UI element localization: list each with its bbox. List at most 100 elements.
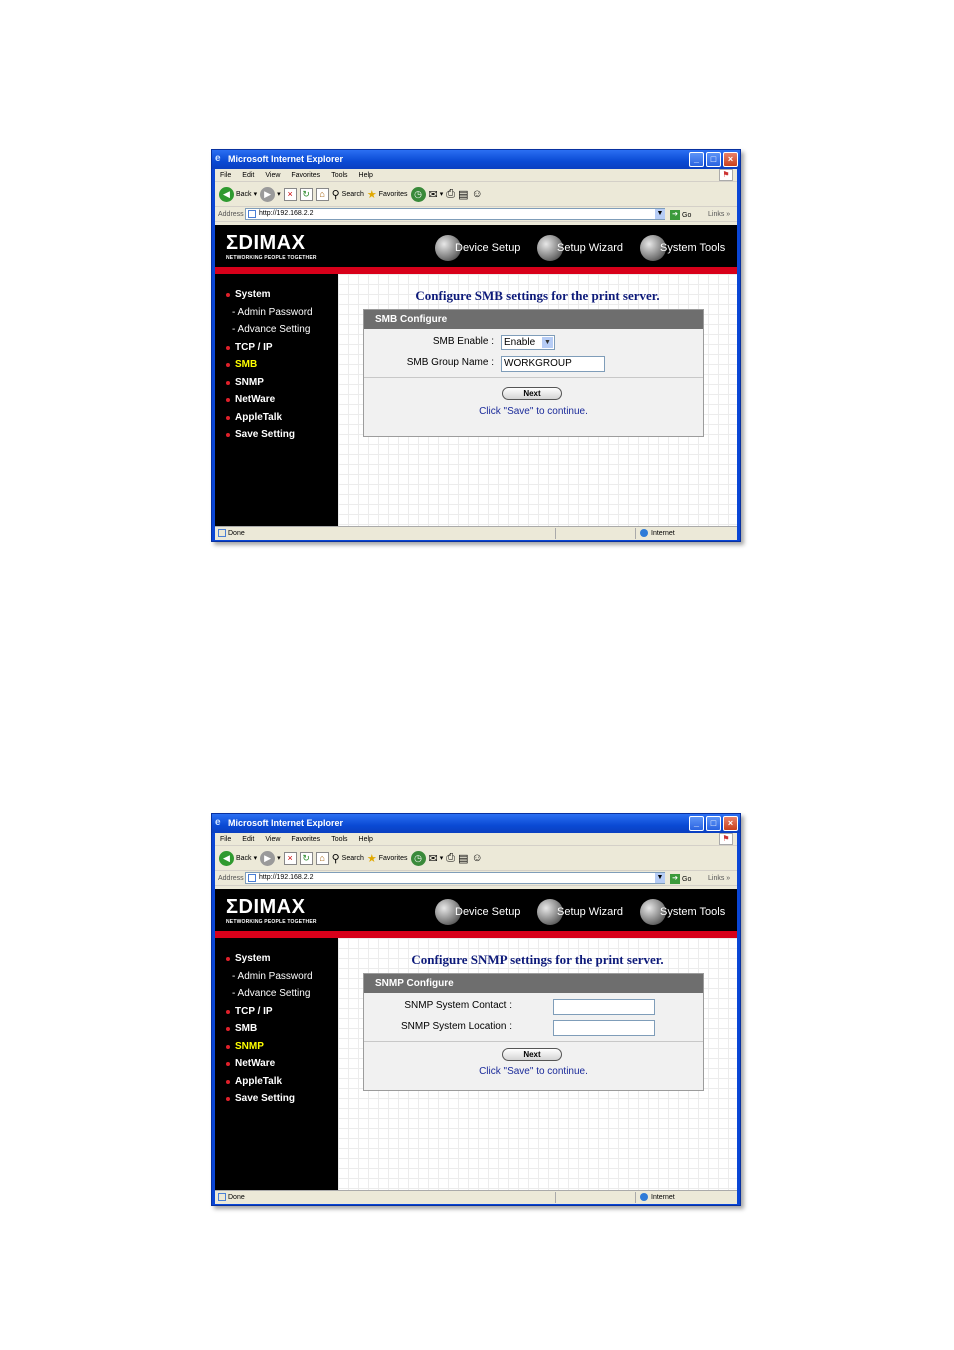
menu-file[interactable]: File [220,836,231,843]
messenger-button[interactable]: ☺ [471,188,482,200]
status-separator [635,528,636,539]
minimize-button[interactable]: _ [689,816,704,831]
menu-edit[interactable]: Edit [242,172,254,179]
snmp-contact-input[interactable] [553,999,655,1015]
menu-file[interactable]: File [220,172,231,179]
refresh-button[interactable]: ↻ [299,851,313,865]
nav-setup-wizard[interactable]: Setup Wizard [537,233,623,263]
address-label: Address [218,211,244,218]
sidebar-item-system[interactable]: System [215,286,338,304]
messenger-button[interactable]: ☺ [471,852,482,864]
maximize-button[interactable]: □ [706,816,721,831]
sidebar-item-netware[interactable]: NetWare [215,391,338,409]
sidebar-item-advance-setting[interactable]: - Advance Setting [215,321,338,339]
smb-enable-row: SMB Enable : Enable ▼ [364,331,703,352]
address-dropdown-icon[interactable]: ▼ [655,209,665,219]
forward-arrow-icon: ▶ [260,850,276,866]
nav-setup-wizard[interactable]: Setup Wizard [537,897,623,927]
sidebar-item-appletalk[interactable]: AppleTalk [215,409,338,427]
smb-enable-select[interactable]: Enable ▼ [501,335,555,350]
close-button[interactable]: × [723,152,738,167]
sidebar: System - Admin Password - Advance Settin… [215,274,338,526]
search-button[interactable]: ⚲ Search [332,852,364,865]
refresh-button[interactable]: ↻ [299,187,313,201]
sidebar-item-advance-setting[interactable]: - Advance Setting [215,985,338,1003]
globe-icon [640,1193,648,1202]
next-button[interactable]: Next [502,1048,562,1061]
back-button[interactable]: ◀ Back ▾ [219,850,257,866]
smb-enable-label: SMB Enable : [432,336,494,347]
home-button[interactable]: ⌂ [315,187,329,201]
windows-logo-icon: ⚑ [719,833,733,845]
history-icon: ◷ [410,186,426,202]
address-label: Address [218,875,244,882]
bullet-icon [226,398,230,402]
ie-icon: e [215,153,221,164]
sidebar-item-system[interactable]: System [215,950,338,968]
print-button[interactable]: ⎙ [446,188,455,201]
back-button[interactable]: ◀ Back ▾ [219,186,257,202]
go-button[interactable]: ➔ Go [670,208,700,223]
smb-group-name-row: SMB Group Name : WORKGROUP [364,352,703,373]
nav-device-setup[interactable]: Device Setup [435,233,520,263]
favorites-button[interactable]: ★ Favorites [367,188,408,201]
mail-button[interactable]: ✉ ▾ [429,188,444,201]
go-button[interactable]: ➔ Go [670,872,700,887]
bullet-icon [226,363,230,367]
sidebar-item-smb[interactable]: SMB [215,356,338,374]
sidebar-item-admin-password[interactable]: - Admin Password [215,304,338,322]
links-button[interactable]: Links » [708,871,730,886]
sidebar-item-appletalk[interactable]: AppleTalk [215,1073,338,1091]
favorites-button[interactable]: ★ Favorites [367,852,408,865]
links-button[interactable]: Links » [708,207,730,222]
address-dropdown-icon[interactable]: ▼ [655,873,665,883]
sidebar-item-netware[interactable]: NetWare [215,1055,338,1073]
address-input[interactable]: http://192.168.2.2 [245,872,665,884]
search-button[interactable]: ⚲ Search [332,188,364,201]
address-bar: Address http://192.168.2.2 ▼ ➔ Go Links » [215,207,737,222]
smb-group-name-input[interactable]: WORKGROUP [501,356,605,372]
minimize-button[interactable]: _ [689,152,704,167]
menu-view[interactable]: View [265,836,280,843]
menu-favorites[interactable]: Favorites [291,172,320,179]
history-button[interactable]: ◷ [410,850,426,866]
edit-icon: ▤ [458,852,469,865]
sidebar-item-tcp-ip[interactable]: TCP / IP [215,1003,338,1021]
stop-button[interactable]: × [283,187,297,201]
menu-tools[interactable]: Tools [331,172,347,179]
edit-button[interactable]: ▤ [458,852,468,865]
maximize-button[interactable]: □ [706,152,721,167]
forward-button[interactable]: ▶ ▾ [260,850,281,866]
bullet-icon [226,1079,230,1084]
edimax-tagline: NETWORKING PEOPLE TOGETHER [226,919,317,925]
menu-favorites[interactable]: Favorites [291,836,320,843]
snmp-location-input[interactable] [553,1020,655,1036]
menu-help[interactable]: Help [359,172,373,179]
address-input[interactable]: http://192.168.2.2 [245,208,665,220]
nav-system-tools[interactable]: System Tools [640,233,725,263]
edit-button[interactable]: ▤ [458,188,468,201]
star-icon: ★ [366,188,377,201]
nav-device-setup[interactable]: Device Setup [435,897,520,927]
back-arrow-icon: ◀ [219,850,234,866]
home-button[interactable]: ⌂ [315,851,329,865]
sidebar-item-save-setting[interactable]: Save Setting [215,1090,338,1108]
history-button[interactable]: ◷ [410,186,426,202]
menu-view[interactable]: View [265,172,280,179]
sidebar-item-tcp-ip[interactable]: TCP / IP [215,339,338,357]
sidebar-item-save-setting[interactable]: Save Setting [215,426,338,444]
mail-button[interactable]: ✉ ▾ [429,852,444,865]
menu-tools[interactable]: Tools [331,836,347,843]
next-button[interactable]: Next [502,387,562,400]
stop-button[interactable]: × [283,851,297,865]
sidebar-item-snmp[interactable]: SNMP [215,374,338,392]
sidebar-item-snmp[interactable]: SNMP [215,1038,338,1056]
menu-edit[interactable]: Edit [242,836,254,843]
sidebar-item-smb[interactable]: SMB [215,1020,338,1038]
forward-button[interactable]: ▶ ▾ [260,186,281,202]
menu-help[interactable]: Help [359,836,373,843]
sidebar-item-admin-password[interactable]: - Admin Password [215,968,338,986]
close-button[interactable]: × [723,816,738,831]
print-button[interactable]: ⎙ [446,852,455,865]
nav-system-tools[interactable]: System Tools [640,897,725,927]
